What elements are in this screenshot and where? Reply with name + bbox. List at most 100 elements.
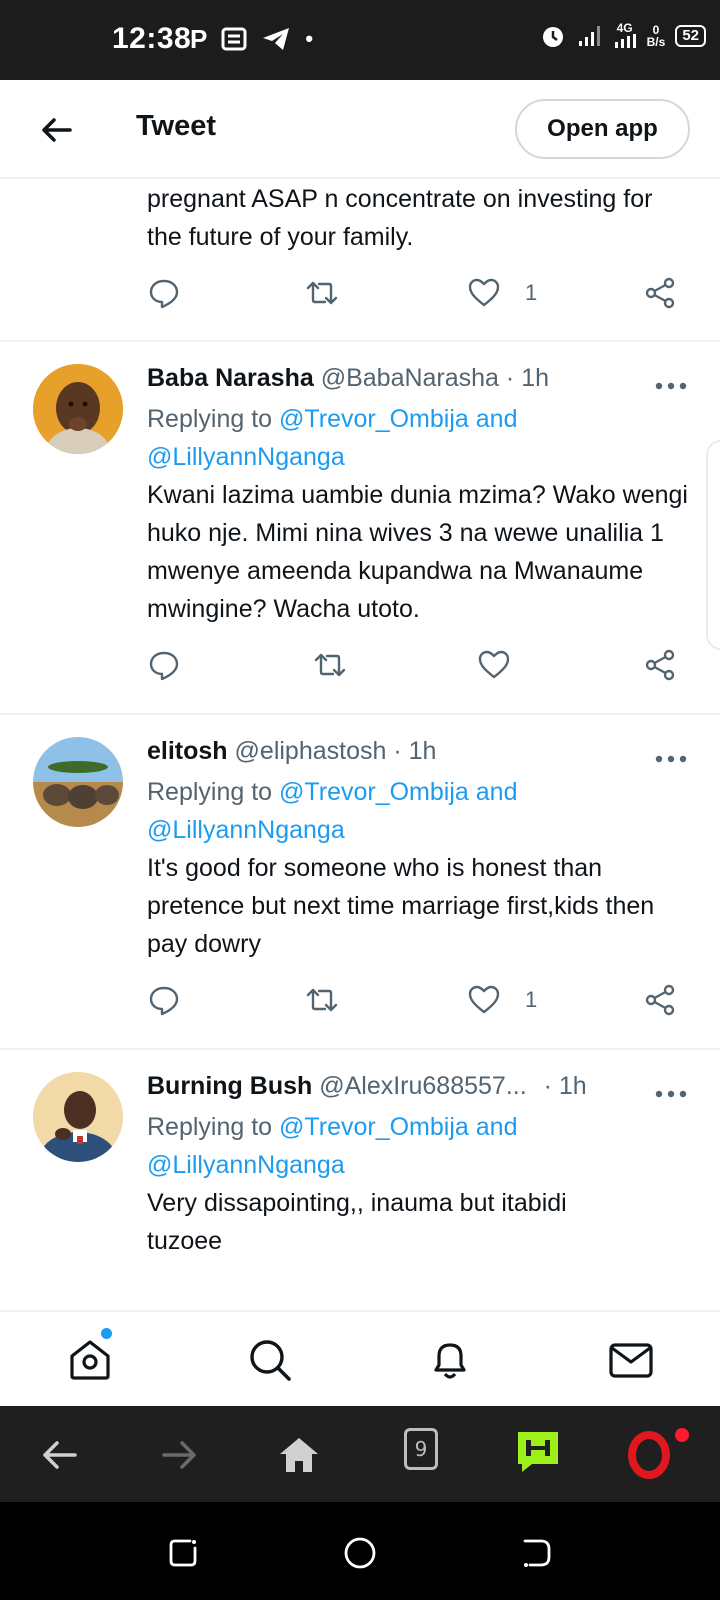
tweet-actions: 1 (147, 983, 687, 1023)
reply-button[interactable] (147, 983, 181, 1017)
recent-apps-icon[interactable] (166, 1536, 200, 1570)
like-button[interactable]: 1 (467, 983, 537, 1017)
share-button[interactable] (643, 648, 677, 682)
tweet-item[interactable]: Baba Narasha @BabaNarasha · 1h Replying … (0, 342, 720, 715)
avatar[interactable] (33, 1072, 123, 1162)
new-content-dot (101, 1328, 112, 1339)
retweet-icon (306, 281, 338, 305)
like-count: 1 (525, 280, 538, 305)
user-handle[interactable]: @BabaNarasha (321, 364, 499, 392)
search-icon[interactable] (246, 1336, 294, 1384)
timestamp[interactable]: 1h (409, 737, 437, 765)
tweet-actions: 1 (147, 276, 687, 316)
back-arrow-icon[interactable] (38, 112, 74, 148)
tweet-item[interactable]: Burning Bush @AlexIru688557... · 1h Repl… (0, 1050, 720, 1290)
like-button[interactable] (477, 648, 523, 682)
user-handle[interactable]: @eliphastosh (235, 737, 387, 765)
more-options-icon[interactable] (655, 381, 687, 391)
retweet-button[interactable] (305, 983, 339, 1017)
share-button[interactable] (643, 276, 677, 310)
open-app-button[interactable]: Open app (515, 99, 690, 159)
heart-icon (478, 650, 510, 679)
network-speed: 0 B/s (646, 23, 666, 49)
tweet-text: Very dissapointing,, inauma but itabidi … (147, 1189, 567, 1255)
system-navigation-bar (0, 1502, 720, 1600)
replying-to: Replying to @Trevor_Ombija and @LillyannN… (147, 1113, 518, 1179)
status-time: 12:38 (112, 22, 192, 55)
parking-icon: P (190, 24, 208, 54)
bottom-tab-bar (0, 1310, 720, 1406)
display-name[interactable]: Baba Narasha (147, 364, 314, 392)
avatar-image (33, 1072, 123, 1162)
reply-icon (149, 279, 179, 309)
browser-toolbar: 9 (0, 1406, 720, 1502)
more-notifications-dot-icon: • (305, 26, 314, 51)
reply-button[interactable] (147, 648, 181, 682)
mention-link[interactable]: @LillyannNganga (147, 816, 345, 844)
tweet-header-line: Burning Bush @AlexIru688557... · 1h (147, 1072, 587, 1101)
like-button[interactable]: 1 (467, 276, 537, 310)
separator-dot: · (393, 737, 402, 765)
tweet-item[interactable]: elitosh @eliphastosh · 1h Replying to @T… (0, 715, 720, 1050)
retweet-button[interactable] (305, 276, 339, 310)
home-circle-icon[interactable] (343, 1536, 377, 1570)
timestamp[interactable]: 1h (521, 364, 549, 392)
share-icon (645, 277, 675, 309)
mention-link[interactable]: @LillyannNganga (147, 1151, 345, 1179)
news-icon (221, 27, 247, 51)
alarm-icon (542, 27, 563, 47)
browser-forward-icon[interactable] (156, 1432, 202, 1478)
display-name[interactable]: elitosh (147, 737, 228, 765)
reply-button[interactable] (147, 276, 181, 310)
browser-home-icon[interactable] (276, 1432, 322, 1478)
home-icon[interactable] (66, 1336, 114, 1384)
tweet-text: It's good for someone who is honest than… (147, 854, 655, 958)
retweet-button[interactable] (313, 648, 347, 682)
reply-icon (149, 651, 179, 681)
messages-mail-icon[interactable] (607, 1336, 655, 1384)
signal-4g-icon (614, 34, 636, 48)
side-panel-handle[interactable] (706, 440, 720, 650)
tweet-header: Tweet Open app (0, 80, 720, 179)
reply-icon (149, 986, 179, 1016)
tweet-header-line: Baba Narasha @BabaNarasha · 1h (147, 364, 549, 393)
share-button[interactable] (643, 983, 677, 1017)
tweet-feed: pregnant ASAP n concentrate on investing… (0, 180, 720, 1290)
tweet-actions (147, 648, 687, 688)
mention-link[interactable]: @Trevor_Ombija (279, 405, 469, 433)
like-count: 1 (525, 987, 538, 1012)
mention-link[interactable]: @Trevor_Ombija (279, 778, 469, 806)
browser-back-icon[interactable] (37, 1432, 83, 1478)
user-handle[interactable]: @AlexIru688557... (319, 1072, 526, 1100)
opera-menu-icon[interactable] (626, 1430, 672, 1480)
flow-messenger-icon[interactable] (514, 1428, 562, 1476)
heart-icon (468, 278, 500, 307)
more-options-icon[interactable] (655, 1089, 687, 1099)
avatar[interactable] (33, 737, 123, 827)
notifications-bell-icon[interactable] (426, 1336, 474, 1384)
avatar-image (33, 737, 123, 827)
tabs-count-button[interactable]: 9 (404, 1428, 438, 1470)
separator-dot: · (505, 364, 515, 392)
more-options-icon[interactable] (655, 754, 687, 764)
mention-link[interactable]: @LillyannNganga (147, 443, 345, 471)
update-badge-dot (675, 1428, 689, 1442)
heart-icon (468, 985, 500, 1014)
timestamp[interactable]: 1h (559, 1072, 587, 1100)
partial-tweet[interactable]: pregnant ASAP n concentrate on investing… (0, 180, 720, 342)
tweet-text: Kwani lazima uambie dunia mzima? Wako we… (147, 481, 688, 623)
system-back-icon[interactable] (520, 1536, 554, 1570)
replying-to: Replying to @Trevor_Ombija and @LillyannN… (147, 778, 518, 844)
mention-link[interactable]: @Trevor_Ombija (279, 1113, 469, 1141)
tweet-text: pregnant ASAP n concentrate on investing… (147, 185, 653, 251)
mobile-data-indicator: 4G (613, 22, 637, 50)
signal-icon (578, 26, 600, 46)
share-icon (645, 649, 675, 681)
battery-indicator: 52 (675, 25, 706, 47)
retweet-icon (306, 988, 338, 1012)
avatar[interactable] (33, 364, 123, 454)
replying-to: Replying to @Trevor_Ombija and @LillyannN… (147, 405, 518, 471)
retweet-icon (314, 653, 346, 677)
display-name[interactable]: Burning Bush (147, 1072, 312, 1100)
page-title: Tweet (136, 110, 217, 142)
